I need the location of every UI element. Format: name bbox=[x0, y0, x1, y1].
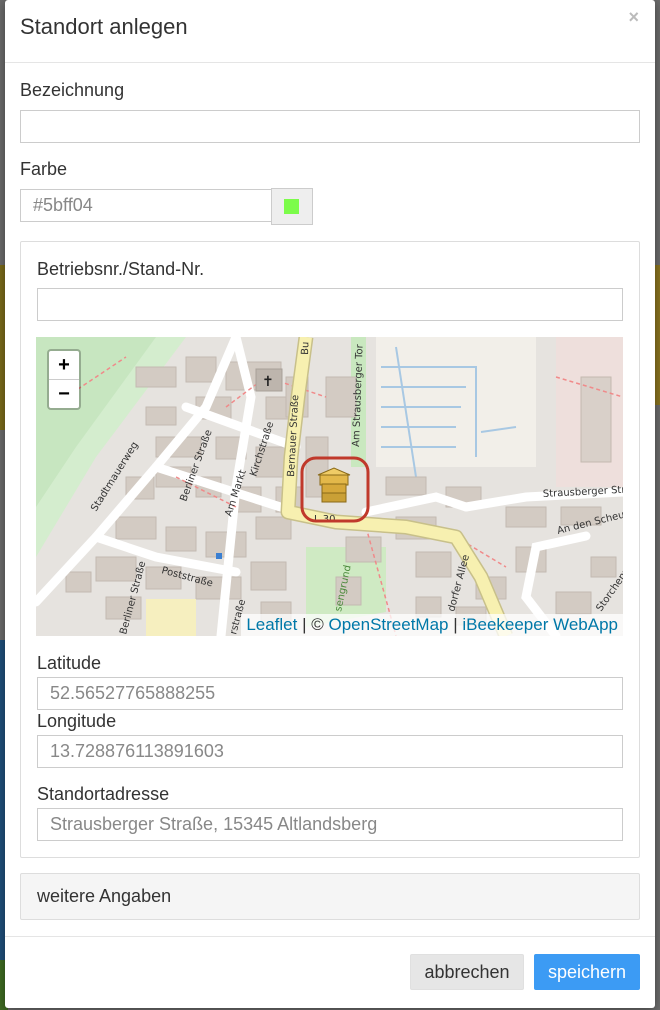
address-label: Standortadresse bbox=[37, 784, 170, 804]
color-swatch bbox=[284, 199, 299, 214]
stand-number-label: Betriebsnr./Stand-Nr. bbox=[37, 259, 205, 279]
map-tiles: ✝ Stadtmauerweg Berliner Straße Am Markt… bbox=[36, 337, 623, 636]
name-label: Bezeichnung bbox=[20, 80, 125, 100]
modal-title: Standort anlegen bbox=[20, 14, 188, 39]
map-attribution: Leaflet | © OpenStreetMap | iBeekeeper W… bbox=[241, 614, 623, 636]
street-label-bu: Bu bbox=[300, 342, 311, 356]
color-picker-button[interactable] bbox=[271, 188, 313, 225]
attribution-separator: | © bbox=[297, 615, 329, 634]
more-details-accordion[interactable]: weitere Angaben bbox=[20, 873, 640, 920]
modal-footer: abbrechen speichern bbox=[5, 936, 655, 1009]
zoom-control: + − bbox=[47, 349, 81, 410]
cancel-button[interactable]: abbrechen bbox=[410, 954, 524, 990]
stand-number-input[interactable] bbox=[37, 288, 623, 321]
latitude-label: Latitude bbox=[37, 653, 102, 673]
create-location-modal: Standort anlegen × Bezeichnung Farbe Bet… bbox=[5, 0, 655, 1008]
more-details-label: weitere Angaben bbox=[37, 886, 172, 906]
leaflet-link[interactable]: Leaflet bbox=[246, 615, 297, 634]
ibeekeeper-link[interactable]: iBeekeeper WebApp bbox=[462, 615, 618, 634]
openstreetmap-link[interactable]: OpenStreetMap bbox=[328, 615, 448, 634]
svg-text:✝: ✝ bbox=[262, 374, 274, 390]
name-input[interactable] bbox=[20, 110, 640, 143]
latitude-input[interactable] bbox=[37, 677, 623, 710]
longitude-label: Longitude bbox=[37, 711, 117, 731]
save-button[interactable]: speichern bbox=[534, 954, 640, 990]
zoom-out-button[interactable]: − bbox=[49, 380, 79, 408]
zoom-in-button[interactable]: + bbox=[49, 351, 79, 380]
longitude-input[interactable] bbox=[37, 735, 623, 768]
color-input[interactable] bbox=[20, 189, 272, 222]
attribution-separator-2: | bbox=[448, 615, 463, 634]
location-map[interactable]: ✝ Stadtmauerweg Berliner Straße Am Markt… bbox=[36, 337, 623, 636]
beehive-icon[interactable] bbox=[317, 467, 351, 503]
modal-header: Standort anlegen × bbox=[5, 0, 655, 63]
address-input[interactable] bbox=[37, 808, 623, 841]
color-label: Farbe bbox=[20, 159, 68, 179]
close-icon[interactable]: × bbox=[628, 6, 639, 28]
